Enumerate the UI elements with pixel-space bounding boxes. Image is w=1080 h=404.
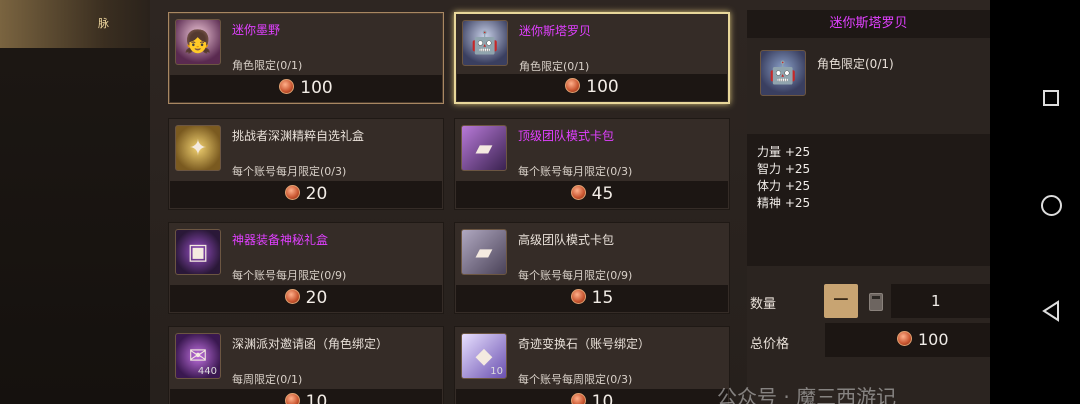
coin-icon [284,393,300,404]
item-glyph: ✦ [188,136,208,161]
shop-item-card[interactable]: ▣ 神器装备神秘礼盒每个账号每月限定(0/9) 20 [168,222,444,314]
total-price-label: 总价格 [750,337,790,352]
item-glyph: ▣ [187,240,209,265]
item-title: 神器装备神秘礼盒 [232,233,329,247]
item-purchase-limit: 角色限定(0/1) [232,59,303,72]
stat-spirit: 精神 +25 [757,196,811,210]
recents-button[interactable] [1043,90,1059,106]
card-pack-purple-icon: ▰ [461,125,507,171]
item-price-bar: 10 [456,389,728,404]
coin-icon [284,185,300,200]
category-sidebar: 脉 [0,0,150,404]
quantity-label: 数量 [750,297,777,312]
coin-icon [279,79,295,94]
crystal-stone-icon: ◆ 10 [461,333,507,379]
chibi-girl-icon: 👧 [175,19,221,65]
total-price-field: 100 [825,323,990,357]
item-price: 45 [591,184,614,204]
item-title: 顶级团队模式卡包 [518,129,615,143]
item-title: 高级团队模式卡包 [518,233,615,247]
shop-item-card[interactable]: 🤖 迷你斯塔罗贝 角色限定(0/1) 100 [454,12,730,104]
item-price: 100 [300,78,333,98]
home-button[interactable] [1041,195,1062,216]
gold-crystal-box-icon: ✦ [175,125,221,171]
card-pack-grey-icon: ▰ [461,229,507,275]
item-price-bar: 100 [457,74,727,101]
game-screen: 脉 👧 迷你墨野 角色限定(0/1) 100 🤖 迷你斯塔罗贝 角色限定(0/1) 100 ✦ 挑… [0,0,990,404]
quantity-minus-button[interactable]: − [824,284,858,318]
stat-vitality: 体力 +25 [757,179,811,193]
item-price-bar: 15 [456,285,728,312]
shop-item-card[interactable]: ▰ 顶级团队模式卡包每个账号每月限定(0/3) 45 [454,118,730,210]
calculator-icon[interactable] [869,293,883,311]
chibi-robot-icon: 🤖 [760,50,806,96]
item-purchase-limit: 每个账号每月限定(0/3) [232,165,347,178]
item-price: 10 [591,392,614,404]
item-title: 深渊派对邀请函（角色绑定） [232,337,389,351]
coin-icon [284,289,300,304]
item-price-bar: 100 [170,75,442,102]
category-tab[interactable]: 脉 [0,0,150,48]
item-price: 100 [586,77,619,97]
item-price: 20 [305,288,328,308]
back-button[interactable] [1042,300,1060,322]
watermark: 公众号 · 魔三西游记 [717,385,897,404]
item-purchase-limit: 每个账号每月限定(0/9) [232,269,347,282]
item-stack-count: 440 [197,366,217,377]
item-price-bar: 20 [170,181,442,208]
coin-icon [570,185,586,200]
item-price-bar: 20 [170,285,442,312]
item-title: 奇迹变换石（账号绑定） [518,337,651,351]
shop-item-card[interactable]: 👧 迷你墨野角色限定(0/1) 100 [168,12,444,104]
coin-icon [570,289,586,304]
coin-icon [570,393,586,404]
item-purchase-limit: 每个账号每月限定(0/9) [518,269,633,282]
stat-strength: 力量 +25 [757,145,811,159]
item-price-bar: 10 [170,389,442,404]
item-purchase-limit: 角色限定(0/1) [519,60,590,73]
item-glyph: ▰ [475,136,493,161]
coin-icon [897,331,912,346]
item-title: 挑战者深渊精粹自选礼盒 [232,129,365,143]
shop-item-card[interactable]: ▰ 高级团队模式卡包每个账号每月限定(0/9) 15 [454,222,730,314]
shop-item-card[interactable]: ◆ 10 奇迹变换石（账号绑定） 每个账号每周限定(0/3) 10 [454,326,730,404]
item-purchase-limit: 每个账号每周限定(0/3) [518,373,633,386]
item-stack-count: 10 [490,366,503,377]
shop-item-card[interactable]: ✦ 挑战者深渊精粹自选礼盒 每个账号每月限定(0/3) 20 [168,118,444,210]
purple-chest-icon: ▣ [175,229,221,275]
android-nav-bar [990,0,1080,404]
coin-icon [565,78,581,93]
item-glyph: ▰ [475,240,493,265]
item-price-bar: 45 [456,181,728,208]
item-glyph: 👧 [184,30,212,55]
quantity-input[interactable]: 1 [891,284,990,318]
detail-title: 迷你斯塔罗贝 [747,10,990,38]
item-price: 10 [305,392,328,404]
item-detail-panel: 迷你斯塔罗贝 🤖 角色限定(0/1) 力量 +25 智力 +25 体力 +25 … [747,10,990,404]
item-price: 20 [305,184,328,204]
detail-limit: 角色限定(0/1) [817,57,894,71]
stat-intelligence: 智力 +25 [757,162,811,176]
item-purchase-limit: 每周限定(0/1) [232,373,303,386]
item-title: 迷你墨野 [232,23,281,37]
shop-item-card[interactable]: ✉ 440 深渊派对邀请函（角色绑定） 每周限定(0/1) 10 [168,326,444,404]
item-purchase-limit: 每个账号每月限定(0/3) [518,165,633,178]
invitation-letter-icon: ✉ 440 [175,333,221,379]
item-title: 迷你斯塔罗贝 [519,24,592,38]
stats-box: 力量 +25 智力 +25 体力 +25 精神 +25 [747,134,990,266]
total-price-value: 100 [918,330,949,349]
chibi-robot-icon: 🤖 [462,20,508,66]
item-glyph: 🤖 [471,31,499,56]
item-price: 15 [591,288,614,308]
